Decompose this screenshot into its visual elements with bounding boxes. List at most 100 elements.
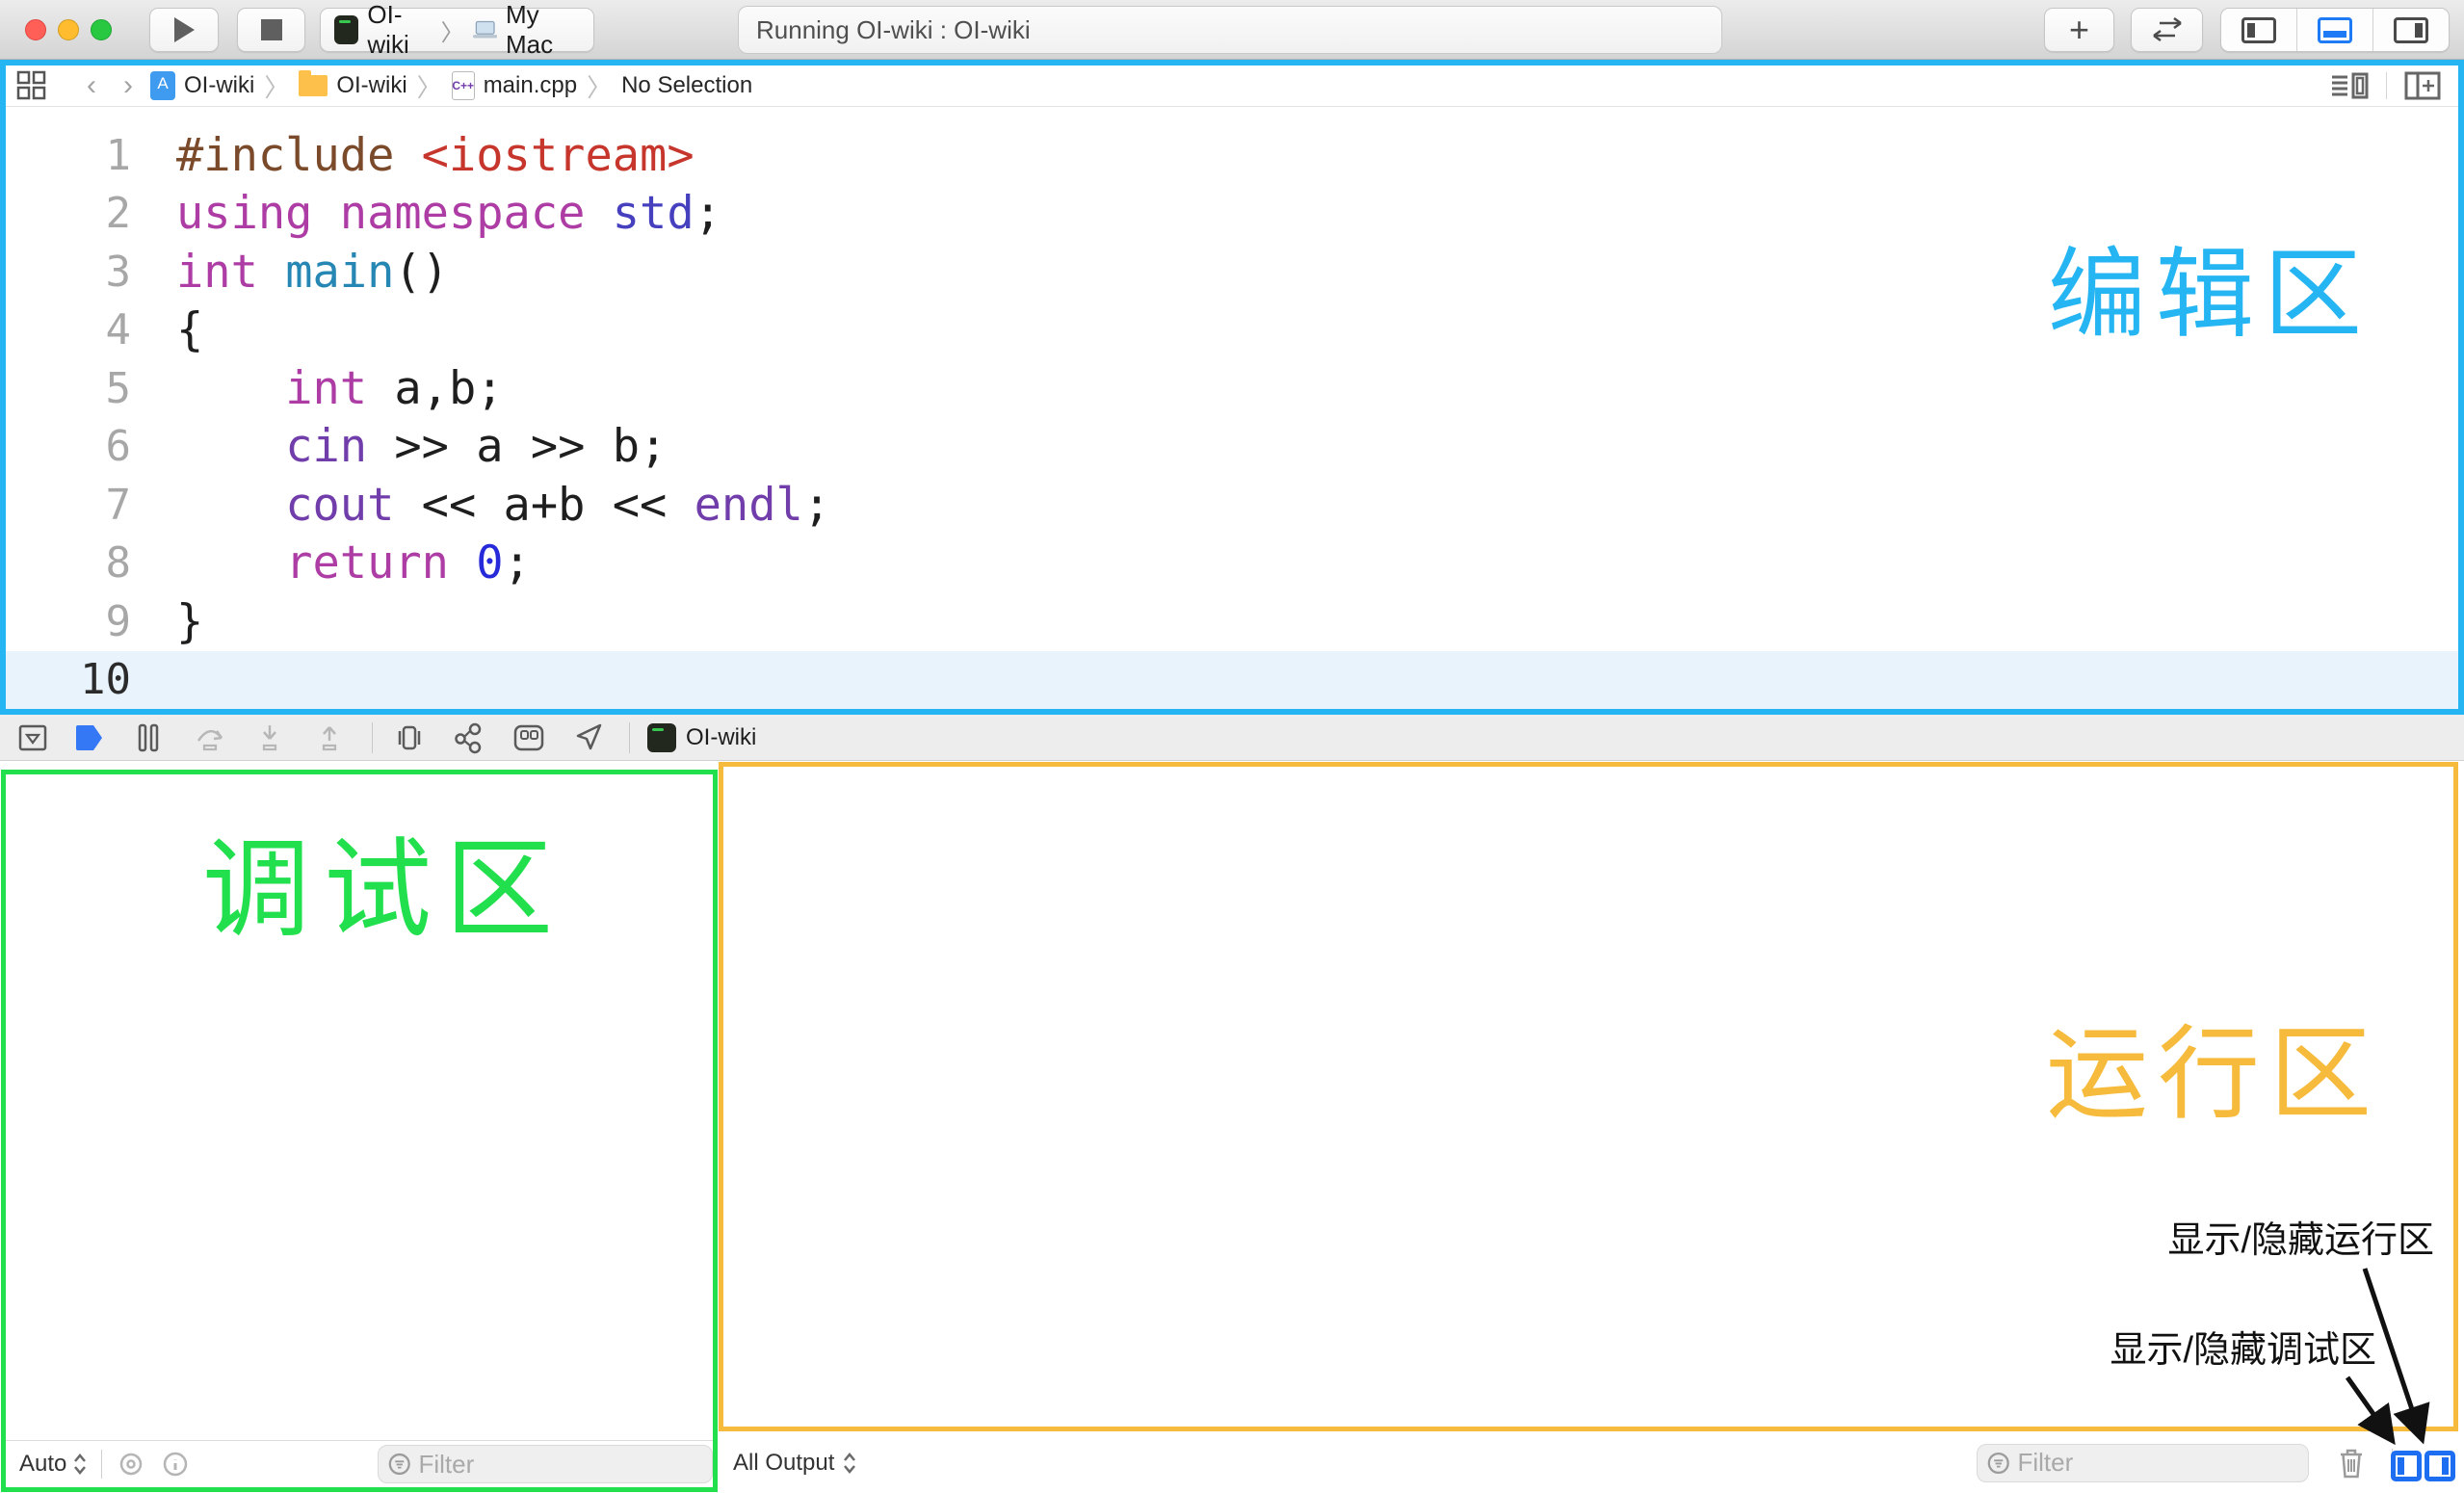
trash-icon[interactable] <box>2337 1447 2366 1480</box>
zoom-window-button[interactable] <box>91 19 112 40</box>
chevron-separator: 〉 <box>441 13 464 47</box>
variables-filter-field[interactable] <box>378 1445 713 1483</box>
hide-debug-area-button[interactable] <box>15 720 50 755</box>
swap-arrows-icon <box>2150 17 2185 42</box>
pause-button[interactable] <box>131 720 166 755</box>
toggle-navigator-button[interactable] <box>2221 9 2297 51</box>
code-line[interactable]: 7 cout << a+b << endl; <box>6 476 2458 535</box>
scope-selector[interactable]: Auto <box>19 1451 66 1478</box>
output-selector[interactable]: All Output <box>733 1450 834 1477</box>
divider <box>2386 72 2387 99</box>
folder-icon <box>299 75 328 96</box>
breadcrumb-file[interactable]: main.cpp <box>484 72 577 99</box>
add-editor-icon[interactable] <box>2404 69 2441 102</box>
line-number: 9 <box>6 597 131 646</box>
toggle-inspector-button[interactable] <box>2373 9 2449 51</box>
code-text: int main() <box>131 246 449 299</box>
code-text: } <box>131 595 203 648</box>
step-into-button[interactable] <box>252 720 287 755</box>
xcode-project-icon <box>150 71 175 100</box>
jump-bar: ‹ › OI-wiki 〉 OI-wiki 〉 C++ main.cpp 〉 N… <box>6 65 2458 107</box>
stepper-icon[interactable] <box>842 1452 857 1475</box>
divider <box>629 722 630 753</box>
back-button[interactable]: ‹ <box>87 71 96 100</box>
code-line[interactable]: 6 cin >> a >> b; <box>6 418 2458 477</box>
stop-icon <box>260 18 283 41</box>
left-bar <box>2398 1457 2404 1475</box>
right-panel-icon <box>2394 17 2428 43</box>
variables-view-toolbar: Auto <box>6 1440 713 1487</box>
stop-button[interactable] <box>237 8 305 52</box>
step-over-button[interactable] <box>193 720 227 755</box>
run-area-label: 运行区 <box>2046 1019 2381 1132</box>
editor-area: ‹ › OI-wiki 〉 OI-wiki 〉 C++ main.cpp 〉 N… <box>0 60 2464 715</box>
filter-icon <box>388 1452 410 1477</box>
info-icon[interactable] <box>162 1451 189 1478</box>
process-name[interactable]: OI-wiki <box>686 724 756 751</box>
code-text: cin >> a >> b; <box>131 420 667 473</box>
breadcrumb-group[interactable]: OI-wiki <box>336 72 406 99</box>
run-button[interactable] <box>149 8 219 52</box>
line-number: 6 <box>6 422 131 471</box>
mac-icon <box>473 18 497 41</box>
minimize-window-button[interactable] <box>58 19 79 40</box>
chevron-separator: 〉 <box>407 68 452 104</box>
console-filter-input[interactable] <box>2017 1448 2298 1478</box>
library-add-button[interactable]: + <box>2044 8 2114 52</box>
environment-overrides-button[interactable] <box>511 720 546 755</box>
forward-button[interactable]: › <box>123 71 133 100</box>
app-icon <box>334 15 358 44</box>
line-number: 3 <box>6 248 131 297</box>
toggle-run-annotation: 显示/隐藏运行区 <box>2167 1210 2434 1263</box>
divider <box>101 1450 102 1479</box>
editor-mode-button[interactable] <box>2131 8 2203 52</box>
adjust-editor-options-icon[interactable] <box>2330 69 2369 102</box>
toggle-variables-view-button[interactable] <box>2391 1451 2422 1481</box>
workspace-panel-toggles <box>2220 8 2450 52</box>
close-window-button[interactable] <box>25 19 46 40</box>
filter-icon <box>1987 1451 2009 1476</box>
xcode-window: OI-wiki 〉 My Mac Running OI-wiki : OI-wi… <box>0 0 2464 1493</box>
line-number: 10 <box>6 655 131 704</box>
line-number: 8 <box>6 538 131 588</box>
variables-filter-input[interactable] <box>418 1450 702 1480</box>
breakpoints-toggle-button[interactable] <box>71 720 106 755</box>
code-line[interactable]: 9} <box>6 592 2458 651</box>
debug-view-hierarchy-button[interactable] <box>392 720 427 755</box>
console-filter-field[interactable] <box>1977 1444 2309 1482</box>
toggle-debug-area-button[interactable] <box>2297 9 2373 51</box>
stepper-icon[interactable] <box>72 1453 88 1476</box>
related-items-icon[interactable] <box>15 69 48 102</box>
code-line[interactable]: 10 <box>6 651 2458 710</box>
activity-status-text: Running OI-wiki : OI-wiki <box>756 15 1031 45</box>
debug-memory-graph-button[interactable] <box>452 720 486 755</box>
bottom-panel-icon <box>2318 17 2352 43</box>
editor-area-label: 编辑区 <box>2048 241 2372 349</box>
breadcrumb-selection[interactable]: No Selection <box>621 72 752 99</box>
simulate-location-button[interactable] <box>571 720 606 755</box>
code-text: #include <iostream> <box>131 129 695 182</box>
activity-viewer: Running OI-wiki : OI-wiki <box>738 6 1722 54</box>
right-bar <box>2442 1457 2449 1475</box>
chevron-separator: 〉 <box>254 68 299 104</box>
code-line[interactable]: 5 int a,b; <box>6 359 2458 418</box>
line-number: 5 <box>6 364 131 413</box>
toggle-console-button[interactable] <box>2425 1451 2455 1481</box>
process-app-icon <box>647 723 676 752</box>
line-number: 7 <box>6 481 131 530</box>
quicklook-eye-icon[interactable] <box>116 1453 146 1476</box>
line-number: 1 <box>6 131 131 180</box>
code-lines: 1#include <iostream>2using namespace std… <box>6 107 2458 709</box>
titlebar: OI-wiki 〉 My Mac Running OI-wiki : OI-wi… <box>0 0 2464 60</box>
code-text: return 0; <box>131 537 531 589</box>
code-line[interactable]: 1#include <iostream> <box>6 126 2458 185</box>
scheme-selector[interactable]: OI-wiki 〉 My Mac <box>320 8 594 52</box>
step-out-button[interactable] <box>312 720 347 755</box>
chevron-separator: 〉 <box>577 68 621 104</box>
code-line[interactable]: 2using namespace std; <box>6 185 2458 244</box>
code-line[interactable]: 8 return 0; <box>6 535 2458 593</box>
debug-area-label: 调试区 <box>202 830 566 949</box>
toggle-debug-annotation: 显示/隐藏调试区 <box>2110 1320 2376 1373</box>
code-text: int a,b; <box>131 362 504 415</box>
breadcrumb-project[interactable]: OI-wiki <box>184 72 254 99</box>
